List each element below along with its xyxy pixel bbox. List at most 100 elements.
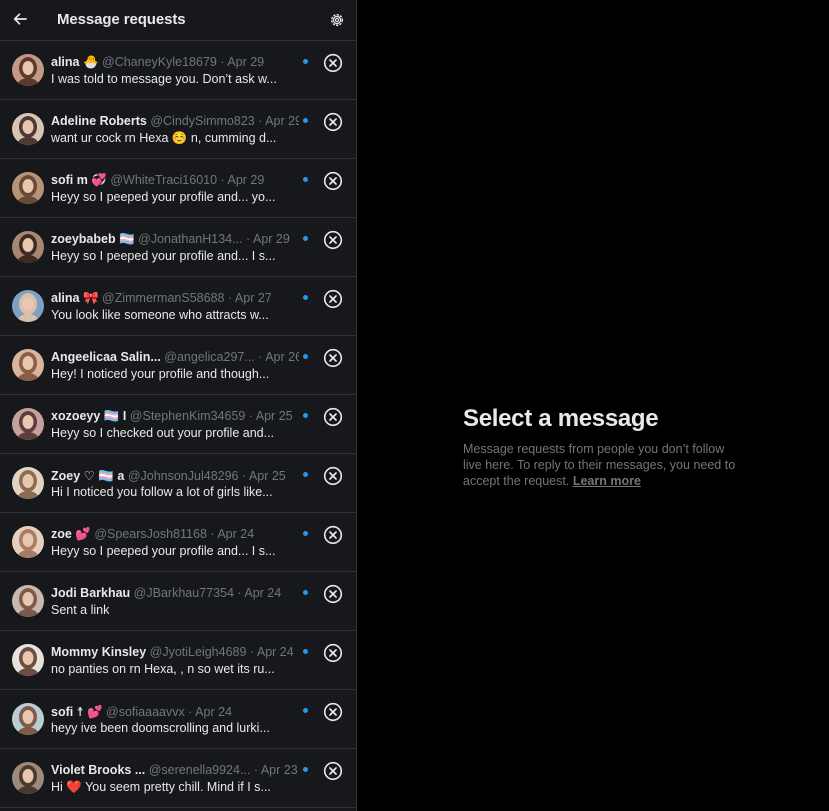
dismiss-request-button[interactable] [323, 112, 343, 132]
dismiss-request-button[interactable] [323, 525, 343, 545]
message-request-row[interactable]: Zoey ♡ 🏳️‍⚧️ a @JohnsonJul48296 · Apr 25… [0, 454, 356, 513]
close-circle-icon [323, 761, 343, 781]
dismiss-request-button[interactable] [323, 348, 343, 368]
unread-indicator [303, 767, 308, 772]
empty-state-title: Select a message [463, 405, 659, 432]
sender-name: Angeelicaa Salin... [51, 350, 161, 364]
message-preview: Heyy so I checked out your profile and..… [51, 426, 275, 440]
empty-state-description: Message requests from people you don’t f… [463, 441, 743, 489]
avatar[interactable] [12, 467, 44, 499]
message-preview: Heyy so I peeped your profile and... yo.… [51, 190, 276, 204]
unread-indicator [303, 531, 308, 536]
dismiss-request-button[interactable] [323, 53, 343, 73]
avatar[interactable] [12, 408, 44, 440]
avatar[interactable] [12, 290, 44, 322]
message-request-row[interactable]: Angeelicaa Salin... @angelica297... · Ap… [0, 336, 356, 395]
close-circle-icon [323, 525, 343, 545]
message-preview: Hey! I noticed your profile and though..… [51, 367, 270, 381]
avatar[interactable] [12, 762, 44, 794]
message-date: Apr 24 [244, 586, 282, 600]
message-date: Apr 24 [217, 527, 255, 541]
request-header-line: alina 🐣 @ChaneyKyle18679 · Apr 29 [51, 55, 265, 69]
close-circle-icon [323, 466, 343, 486]
sender-name: Violet Brooks ... [51, 763, 146, 777]
close-circle-icon [323, 407, 343, 427]
request-header-line: Mommy Kinsley @JyotiLeigh4689 · Apr 24 [51, 645, 294, 659]
back-button[interactable] [9, 8, 31, 30]
message-date: Apr 29 [265, 114, 299, 128]
message-date: Apr 29 [252, 232, 290, 246]
message-date: Apr 26 [265, 350, 299, 364]
message-request-row[interactable]: alina 🐣 @ChaneyKyle18679 · Apr 29 I was t… [0, 40, 356, 100]
dismiss-request-button[interactable] [323, 289, 343, 309]
message-preview: Hi ❤️ You seem pretty chill. Mind if I s… [51, 780, 271, 794]
dismiss-request-button[interactable] [323, 584, 343, 604]
sender-name: Adeline Roberts [51, 114, 147, 128]
avatar[interactable] [12, 526, 44, 558]
dismiss-request-button[interactable] [323, 466, 343, 486]
avatar[interactable] [12, 703, 44, 735]
unread-indicator [303, 649, 308, 654]
message-request-row[interactable]: Violet Brooks ... @serenella9924... · Ap… [0, 749, 356, 808]
message-preview: Heyy so I peeped your profile and... I s… [51, 544, 276, 558]
avatar[interactable] [12, 585, 44, 617]
unread-indicator [303, 177, 308, 182]
close-circle-icon [323, 643, 343, 663]
dismiss-request-button[interactable] [323, 407, 343, 427]
request-header-line: sofi ☨ 💕 @sofiaaaavvx · Apr 24 [51, 705, 232, 719]
unread-indicator [303, 236, 308, 241]
unread-indicator [303, 413, 308, 418]
message-request-row[interactable]: zoe 💕 @SpearsJosh81168 · Apr 24 Heyy so I… [0, 513, 356, 572]
message-request-row[interactable]: sofi m 💞 @WhiteTraci16010 · Apr 29 Heyy s… [0, 159, 356, 218]
app-window: Message requests alina 🐣 @ChaneyKyle1867… [0, 0, 829, 811]
message-request-row[interactable]: sofi ☨ 💕 @sofiaaaavvx · Apr 24 heyy ive b… [0, 690, 356, 749]
message-date: Apr 29 [227, 173, 265, 187]
page-title: Message requests [57, 11, 186, 28]
avatar[interactable] [12, 231, 44, 263]
sender-handle: @SpearsJosh81168 [94, 527, 207, 541]
unread-indicator [303, 295, 308, 300]
message-request-row[interactable]: alina 🎀 @ZimmermanS58688 · Apr 27 You loo… [0, 277, 356, 336]
close-circle-icon [323, 112, 343, 132]
message-preview: heyy ive been doomscrolling and lurki... [51, 721, 270, 735]
request-header-line: Adeline Roberts @CindySimmo823 · Apr 29 [51, 114, 299, 130]
message-request-row[interactable]: zoeybabeb 🏳️‍⚧️ @JonathanH134... · Apr 2… [0, 218, 356, 277]
dismiss-request-button[interactable] [323, 761, 343, 781]
avatar[interactable] [12, 349, 44, 381]
close-circle-icon [323, 702, 343, 722]
learn-more-link[interactable]: Learn more [573, 474, 641, 488]
message-request-row[interactable]: xozoeyy 🏳️‍⚧️ I @StephenKim34659 · Apr 2… [0, 395, 356, 454]
avatar[interactable] [12, 172, 44, 204]
sender-handle: @WhiteTraci16010 [110, 173, 218, 187]
close-circle-icon [323, 171, 343, 191]
dismiss-request-button[interactable] [323, 171, 343, 191]
avatar[interactable] [12, 54, 44, 86]
message-request-row[interactable]: Mommy Kinsley @JyotiLeigh4689 · Apr 24 no… [0, 631, 356, 690]
message-date: Apr 27 [234, 291, 272, 305]
close-circle-icon [323, 53, 343, 73]
sender-handle: @StephenKim34659 [129, 409, 246, 423]
sender-handle: @sofiaaaavvx [106, 705, 185, 719]
dismiss-request-button[interactable] [323, 702, 343, 722]
unread-indicator [303, 59, 308, 64]
sender-name: Zoey ♡ 🏳️‍⚧️ a [51, 469, 125, 483]
unread-indicator [303, 354, 308, 359]
message-request-list: alina 🐣 @ChaneyKyle18679 · Apr 29 I was t… [0, 40, 356, 808]
conversation-pane: Select a message Message requests from p… [357, 0, 829, 811]
request-header-line: Angeelicaa Salin... @angelica297... · Ap… [51, 350, 299, 366]
avatar[interactable] [12, 113, 44, 145]
request-header-line: zoeybabeb 🏳️‍⚧️ @JonathanH134... · Apr 2… [51, 232, 290, 246]
sender-name: sofi m 💞 [51, 173, 107, 187]
request-header-line: zoe 💕 @SpearsJosh81168 · Apr 24 [51, 527, 255, 541]
sender-handle: @angelica297... [164, 350, 255, 364]
request-header-line: Violet Brooks ... @serenella9924... · Ap… [51, 763, 298, 777]
message-request-row[interactable]: Adeline Roberts @CindySimmo823 · Apr 29 w… [0, 100, 356, 159]
avatar[interactable] [12, 644, 44, 676]
sender-handle: @ZimmermanS58688 [102, 291, 225, 305]
message-preview: want ur cock rn Hexa ☺️ n, cumming d... [51, 131, 277, 145]
dismiss-request-button[interactable] [323, 643, 343, 663]
settings-button[interactable] [328, 11, 346, 29]
message-request-row[interactable]: Jodi Barkhau @JBarkhau77354 · Apr 24 Sent… [0, 572, 356, 631]
close-circle-icon [323, 230, 343, 250]
dismiss-request-button[interactable] [323, 230, 343, 250]
